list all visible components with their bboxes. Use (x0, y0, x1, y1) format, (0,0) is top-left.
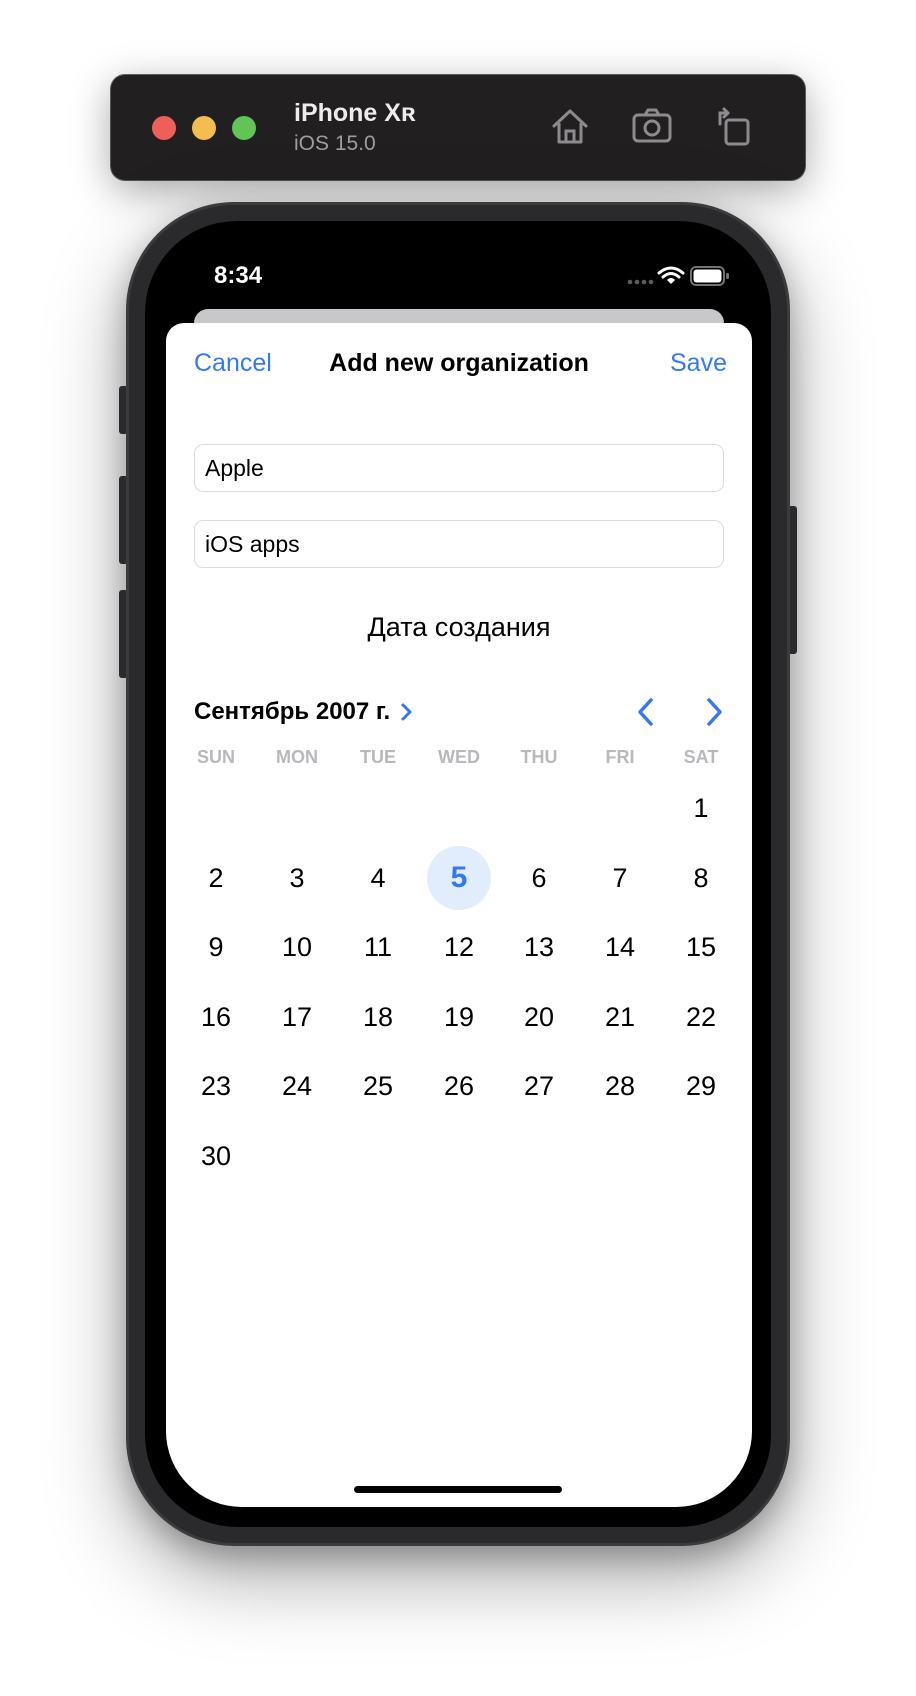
calendar-day[interactable]: 6 (507, 846, 571, 910)
close-window-button[interactable] (152, 116, 176, 140)
calendar-day[interactable]: 15 (669, 915, 733, 979)
calendar-day[interactable]: 20 (507, 985, 571, 1049)
simulator-stage: iPhone Xʀ iOS 15.0 8:34 Cancel Add new o… (0, 0, 916, 1696)
calendar-day[interactable]: 29 (669, 1054, 733, 1118)
calendar-day[interactable]: 28 (588, 1054, 652, 1118)
creation-date-label: Дата создания (367, 612, 551, 642)
calendar-day[interactable]: 16 (184, 985, 248, 1049)
device-name: iPhone Xʀ (294, 99, 416, 127)
calendar-day[interactable]: 26 (427, 1054, 491, 1118)
calendar-day[interactable]: 9 (184, 915, 248, 979)
calendar-day[interactable]: 17 (265, 985, 329, 1049)
calendar-day[interactable]: 1 (669, 776, 733, 840)
calendar-day-selected[interactable]: 5 (427, 846, 491, 910)
calendar-day[interactable]: 14 (588, 915, 652, 979)
calendar-day[interactable]: 12 (427, 915, 491, 979)
chevron-left-icon (638, 698, 653, 726)
status-icons (626, 264, 730, 288)
organization-description-field[interactable] (194, 520, 724, 568)
save-button[interactable]: Save (670, 349, 727, 378)
os-version: iOS 15.0 (294, 132, 376, 155)
calendar-day[interactable]: 27 (507, 1054, 571, 1118)
weekday-label: TUE (360, 747, 396, 767)
organization-name-field[interactable] (194, 444, 724, 492)
calendar-day[interactable]: 2 (184, 846, 248, 910)
calendar-day[interactable]: 8 (669, 846, 733, 910)
cancel-button[interactable]: Cancel (194, 349, 272, 378)
calendar-day[interactable]: 22 (669, 985, 733, 1049)
calendar-day[interactable]: 4 (346, 846, 410, 910)
status-time: 8:34 (214, 262, 263, 289)
home-icon[interactable] (548, 104, 592, 148)
month-year-picker-button[interactable]: Сентябрь 2007 г. (194, 698, 390, 726)
previous-month-button[interactable] (632, 696, 660, 728)
page-title: Add new organization (329, 349, 589, 377)
screenshot-icon[interactable] (630, 104, 674, 148)
chevron-right-icon[interactable] (398, 700, 416, 724)
chevron-right-icon (707, 698, 722, 726)
calendar-day[interactable]: 24 (265, 1054, 329, 1118)
battery-icon (690, 266, 729, 286)
weekday-label: THU (520, 747, 558, 767)
calendar-day[interactable]: 25 (346, 1054, 410, 1118)
calendar-day[interactable]: 21 (588, 985, 652, 1049)
weekday-label: MON (276, 747, 318, 767)
calendar-day[interactable]: 23 (184, 1054, 248, 1118)
rotate-icon[interactable] (712, 104, 756, 148)
weekday-label: FRI (605, 747, 635, 767)
weekday-label: SUN (196, 747, 235, 767)
weekday-label: WED (438, 747, 480, 767)
calendar-day[interactable]: 10 (265, 915, 329, 979)
next-month-button[interactable] (700, 696, 728, 728)
weekday-label: SAT (683, 747, 719, 767)
calendar-day[interactable]: 7 (588, 846, 652, 910)
minimize-window-button[interactable] (192, 116, 216, 140)
calendar-day[interactable]: 19 (427, 985, 491, 1049)
home-indicator (354, 1486, 562, 1493)
calendar-day[interactable]: 18 (346, 985, 410, 1049)
zoom-window-button[interactable] (232, 116, 256, 140)
calendar-day[interactable]: 13 (507, 915, 571, 979)
cellular-signal-icon (627, 279, 654, 285)
calendar-day[interactable]: 30 (184, 1124, 248, 1188)
wifi-icon (657, 266, 685, 284)
calendar-day[interactable]: 11 (346, 915, 410, 979)
calendar-day[interactable]: 3 (265, 846, 329, 910)
